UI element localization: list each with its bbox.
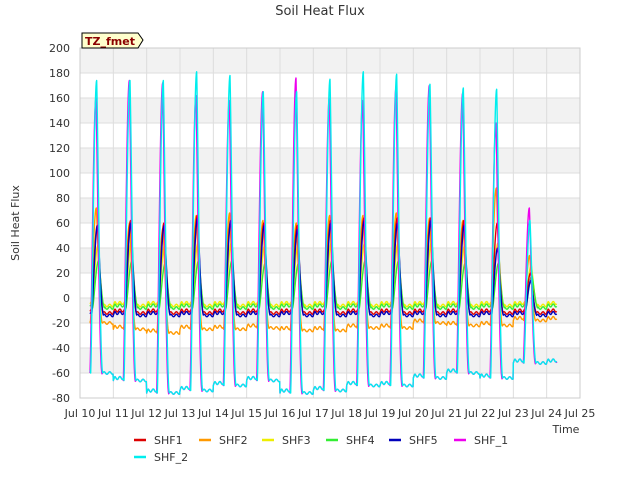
- x-tick-label: Jul 16: [264, 407, 296, 420]
- soil-heat-flux-chart: Soil Heat Flux -80 -60 -40 -20 0 20 40 60 80 100 1…: [9, 4, 596, 464]
- y-tick-label: 120: [49, 142, 70, 155]
- y-tick-label: 180: [49, 67, 70, 80]
- x-tick-label: Jul 25: [564, 407, 596, 420]
- chart-title: Soil Heat Flux: [275, 4, 365, 19]
- x-tick-label: Jul 21: [430, 407, 462, 420]
- x-tick-label: Jul 17: [297, 407, 329, 420]
- legend: SHF1 SHF2 SHF3 SHF4 SHF5 SHF_1 SHF_2: [134, 434, 508, 464]
- y-tick-label: -40: [52, 342, 70, 355]
- y-axis-ticks: -80 -60 -40 -20 0 20 40 60 80 100 120 140 160 180 200: [49, 42, 70, 405]
- y-tick-label: 60: [56, 217, 70, 230]
- y-tick-label: -80: [52, 392, 70, 405]
- legend-label: SHF1: [154, 434, 183, 447]
- y-tick-label: 100: [49, 167, 70, 180]
- x-axis-label: Time: [552, 423, 580, 436]
- legend-label: SHF5: [409, 434, 438, 447]
- y-tick-label: 140: [49, 117, 70, 130]
- y-tick-label: 80: [56, 192, 70, 205]
- x-tick-label: Jul 20: [397, 407, 429, 420]
- plot-band: [80, 273, 580, 298]
- plot-band: [80, 323, 580, 348]
- site-label-box: TZ_fmet: [81, 32, 144, 49]
- legend-label: SHF3: [282, 434, 311, 447]
- legend-label: SHF_1: [474, 434, 508, 447]
- site-label: TZ_fmet: [85, 35, 135, 48]
- y-axis-label: Soil Heat Flux: [9, 185, 22, 261]
- x-tick-label: Jul 12: [130, 407, 162, 420]
- legend-label: SHF4: [346, 434, 375, 447]
- x-tick-label: Jul 22: [464, 407, 496, 420]
- x-tick-label: Jul 15: [230, 407, 262, 420]
- x-tick-label: Jul 23: [497, 407, 529, 420]
- x-tick-label: Jul 11: [97, 407, 129, 420]
- legend-label: SHF_2: [154, 451, 188, 464]
- x-tick-label: Jul 10: [64, 407, 96, 420]
- y-tick-label: 0: [63, 292, 70, 305]
- y-tick-label: -60: [52, 367, 70, 380]
- y-tick-label: 160: [49, 92, 70, 105]
- x-tick-label: Jul 14: [197, 407, 229, 420]
- y-tick-label: 200: [49, 42, 70, 55]
- y-tick-label: -20: [52, 317, 70, 330]
- y-tick-label: 40: [56, 242, 70, 255]
- plot-band: [80, 48, 580, 73]
- x-tick-label: Jul 13: [164, 407, 196, 420]
- x-axis-ticks: Jul 10 Jul 11 Jul 12 Jul 13 Jul 14 Jul 15 Jul …: [64, 407, 596, 420]
- x-tick-label: Jul 18: [330, 407, 362, 420]
- y-tick-label: 20: [56, 267, 70, 280]
- x-tick-label: Jul 24: [530, 407, 562, 420]
- plot-band: [80, 348, 580, 373]
- legend-label: SHF2: [219, 434, 248, 447]
- x-tick-label: Jul 19: [364, 407, 396, 420]
